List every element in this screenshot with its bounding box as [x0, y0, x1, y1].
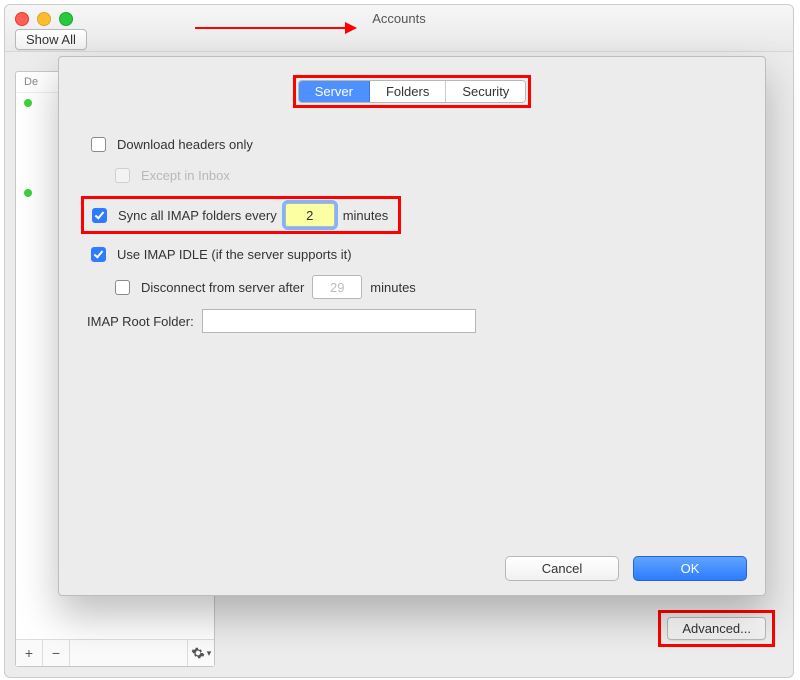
annotation-highlight: Advanced...	[658, 610, 775, 647]
remove-account-button[interactable]: −	[43, 640, 70, 666]
annotation-highlight: Server Folders Security	[293, 75, 532, 108]
advanced-button[interactable]: Advanced...	[667, 617, 766, 640]
server-settings-sheet: Server Folders Security Download headers…	[58, 56, 766, 596]
imap-idle-label: Use IMAP IDLE (if the server supports it…	[117, 247, 352, 262]
except-inbox-checkbox	[115, 168, 130, 183]
ok-button[interactable]: OK	[633, 556, 747, 581]
annotation-arrow	[195, 27, 355, 29]
root-folder-input[interactable]	[202, 309, 476, 333]
annotation-highlight: Sync all IMAP folders every minutes	[81, 196, 401, 234]
tab-security[interactable]: Security	[446, 81, 525, 102]
chevron-down-icon: ▾	[207, 648, 212, 659]
tab-folders[interactable]: Folders	[370, 81, 446, 102]
download-headers-label: Download headers only	[117, 137, 253, 152]
titlebar: Accounts Show All	[5, 5, 793, 52]
sync-interval-input[interactable]	[285, 203, 335, 227]
root-folder-label: IMAP Root Folder:	[87, 314, 194, 329]
status-dot-icon	[24, 189, 32, 197]
window-title: Accounts	[5, 11, 793, 26]
disconnect-label: Disconnect from server after	[141, 280, 304, 295]
tab-server[interactable]: Server	[299, 81, 370, 102]
disconnect-checkbox[interactable]	[115, 280, 130, 295]
sync-folders-checkbox[interactable]	[92, 208, 107, 223]
add-account-button[interactable]: +	[16, 640, 43, 666]
sync-folders-label: Sync all IMAP folders every	[118, 208, 277, 223]
except-inbox-label: Except in Inbox	[141, 168, 230, 183]
tab-bar: Server Folders Security	[298, 80, 527, 103]
account-actions-menu[interactable]: ▾	[187, 640, 214, 666]
disconnect-unit-label: minutes	[370, 280, 416, 295]
imap-idle-checkbox[interactable]	[91, 247, 106, 262]
sidebar-footer: + − ▾	[16, 639, 214, 666]
download-headers-checkbox[interactable]	[91, 137, 106, 152]
show-all-button[interactable]: Show All	[15, 29, 87, 50]
gear-icon	[191, 646, 205, 660]
status-dot-icon	[24, 99, 32, 107]
disconnect-minutes-input[interactable]	[312, 275, 362, 299]
cancel-button[interactable]: Cancel	[505, 556, 619, 581]
sync-unit-label: minutes	[343, 208, 389, 223]
